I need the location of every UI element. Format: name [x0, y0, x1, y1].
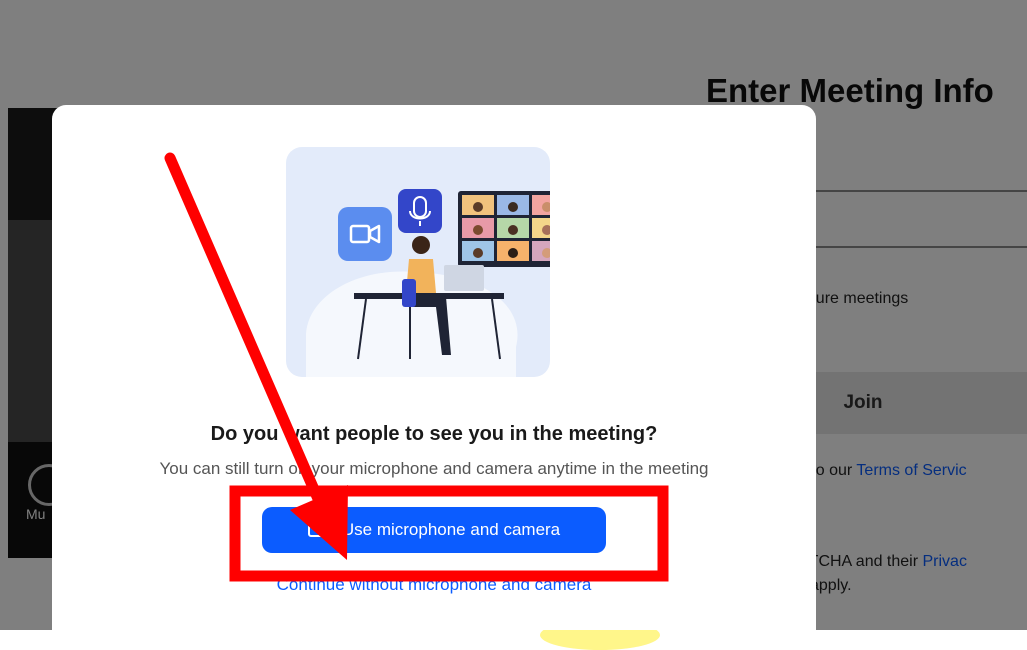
video-meeting-illustration [286, 147, 550, 377]
microphone-icon [398, 189, 442, 233]
permission-dialog: Do you want people to see you in the mee… [52, 105, 816, 630]
video-camera-icon [307, 522, 332, 538]
video-camera-icon [338, 207, 392, 261]
dialog-heading: Do you want people to see you in the mee… [210, 423, 658, 445]
participant-screen [458, 191, 550, 267]
use-mic-camera-button[interactable]: Use microphone and camera [262, 507, 606, 553]
dialog-subtext: You can still turn off your microphone a… [159, 459, 709, 478]
use-mic-camera-label: Use microphone and camera [341, 520, 561, 539]
continue-without-mic-camera-link[interactable]: Continue without microphone and camera [52, 575, 816, 595]
